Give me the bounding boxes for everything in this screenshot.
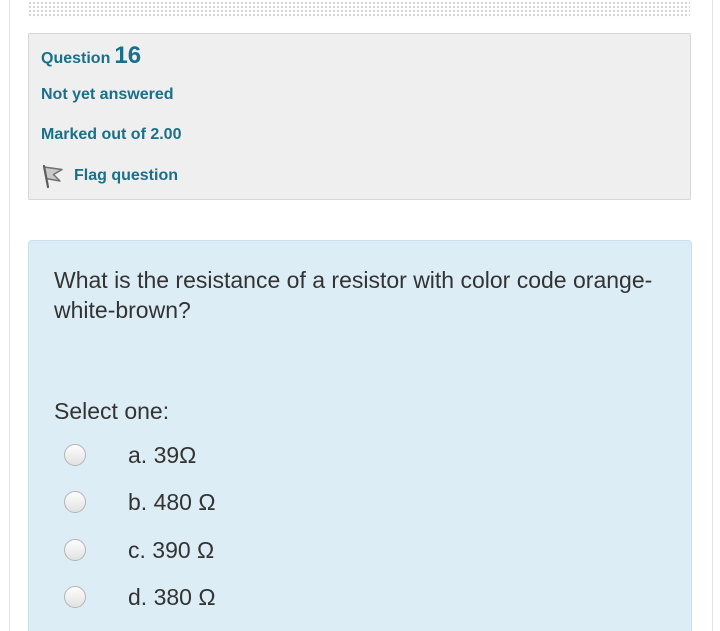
answer-option-a[interactable]: a. 39Ω (64, 440, 196, 470)
answer-option-b[interactable]: b. 480 Ω (64, 487, 216, 517)
question-heading: Question 16 (41, 42, 141, 70)
select-one-prompt: Select one: (54, 398, 170, 424)
answer-label-a: a. 39Ω (128, 441, 197, 468)
answer-radio-c[interactable] (64, 539, 86, 561)
right-divider (712, 0, 713, 631)
flag-question-label: Flag question (74, 167, 178, 184)
flag-question-button[interactable]: Flag question (41, 162, 178, 190)
answer-option-c[interactable]: c. 390 Ω (64, 535, 214, 565)
question-grade: Marked out of 2.00 (41, 126, 182, 143)
answer-option-d[interactable]: d. 380 Ω (64, 582, 216, 612)
answer-radio-b[interactable] (64, 491, 86, 513)
left-divider (9, 0, 10, 631)
answer-radio-d[interactable] (64, 586, 86, 608)
answer-label-c: c. 390 Ω (128, 536, 215, 563)
question-number: 16 (114, 42, 142, 69)
question-content-panel: What is the resistance of a resistor wit… (28, 240, 692, 631)
question-info-panel: Question 16 Not yet answered Marked out o… (28, 33, 691, 200)
flag-icon (41, 163, 65, 189)
dotted-separator (28, 0, 690, 17)
question-text: What is the resistance of a resistor wit… (54, 267, 653, 323)
quiz-page: Question 16 Not yet answered Marked out o… (0, 0, 720, 631)
question-label: Question (41, 50, 111, 67)
answer-label-d: d. 380 Ω (128, 583, 216, 610)
answer-radio-a[interactable] (64, 444, 86, 466)
question-state: Not yet answered (41, 86, 174, 103)
answer-label-b: b. 480 Ω (128, 488, 216, 515)
